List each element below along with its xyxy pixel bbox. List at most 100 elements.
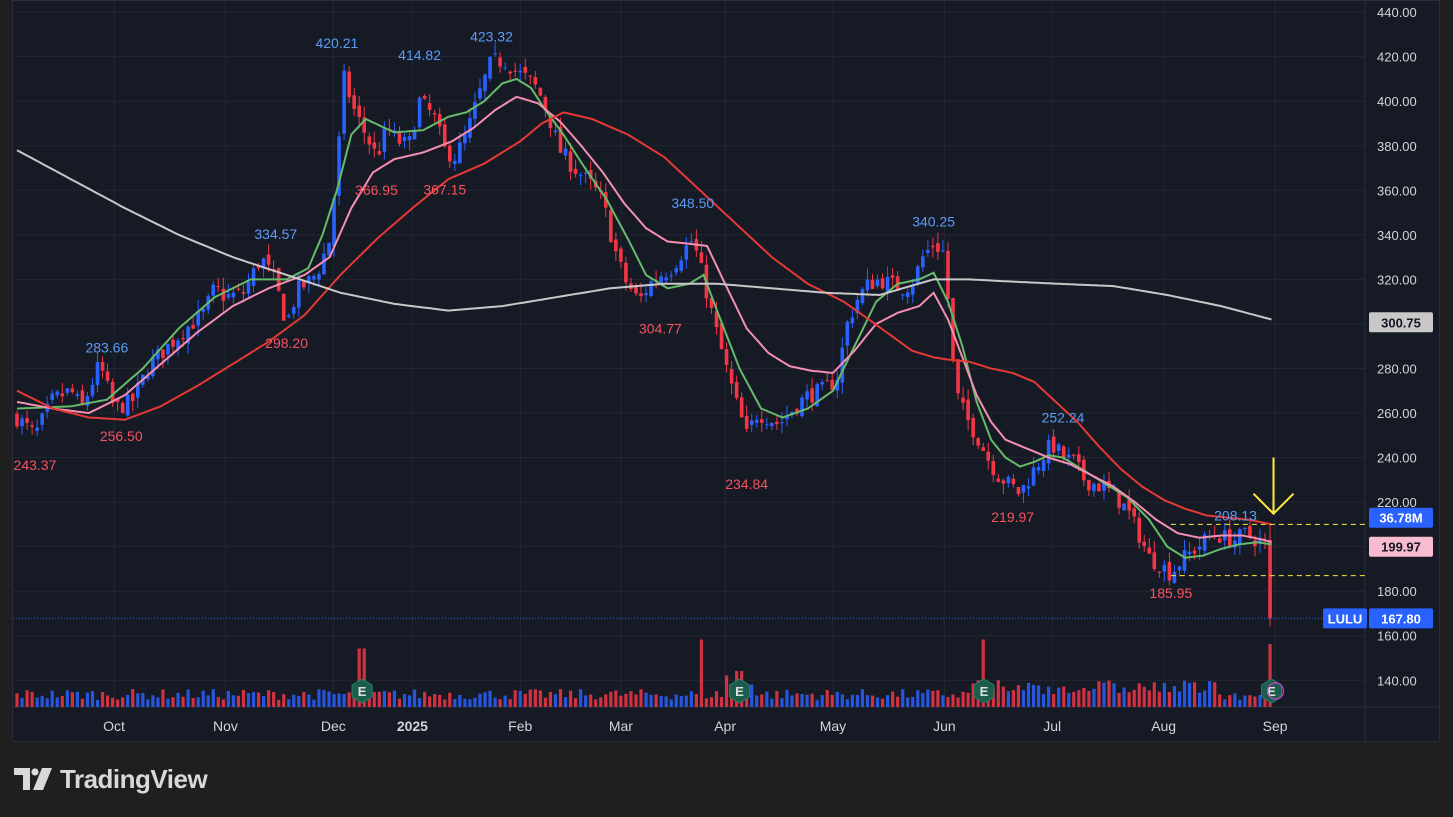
volume-bar — [1203, 690, 1207, 707]
volume-bar — [835, 692, 839, 707]
volume-bar — [397, 698, 402, 707]
candle — [407, 132, 412, 151]
volume-bar — [1052, 694, 1056, 707]
candle-body — [1056, 444, 1061, 451]
candle — [961, 386, 965, 411]
candle-body — [90, 384, 95, 396]
candle — [976, 437, 980, 449]
candle-body — [679, 260, 684, 271]
candle — [151, 349, 155, 379]
chart-panel[interactable]: E E E E 420.21 414.82 423.32 348.50 340.25 252.24… — [12, 0, 1440, 742]
candle-body — [377, 151, 382, 155]
y-tick-label: 240.00 — [1377, 451, 1417, 466]
volume-bar — [1067, 692, 1071, 707]
volume-bar — [30, 691, 34, 707]
volume-bar — [785, 690, 789, 707]
candle-body — [921, 256, 925, 268]
volume-bar — [1218, 694, 1222, 707]
candle-body — [553, 130, 558, 132]
volume-bar — [111, 697, 115, 707]
volume-bar — [855, 695, 859, 707]
candle-body — [1177, 566, 1182, 571]
volume-bar — [699, 639, 703, 707]
candle-body — [1137, 517, 1142, 543]
candle-body — [739, 397, 744, 418]
volume-bar — [423, 691, 427, 707]
candle — [649, 279, 653, 298]
volume-bar — [463, 698, 467, 707]
candle-body — [347, 71, 351, 98]
candle-body — [931, 245, 935, 248]
candle-body — [528, 75, 533, 77]
x-axis: Oct Nov Dec 2025 Feb Mar Apr May Jun Jul Aug Sep — [103, 718, 1288, 734]
volume-bar — [211, 689, 215, 707]
volume-bar — [433, 694, 437, 707]
volume-bar — [372, 692, 376, 707]
candle-body — [684, 245, 689, 260]
high-label: 414.82 — [398, 47, 441, 63]
volume-bar — [634, 694, 638, 707]
volume-bar — [1077, 690, 1081, 707]
volume-bar — [664, 696, 668, 707]
volume-bar — [1182, 680, 1187, 707]
candle-body — [171, 339, 175, 347]
candle — [765, 417, 769, 430]
candle-body — [734, 381, 739, 398]
candle — [1152, 541, 1157, 572]
volume-bar — [307, 694, 311, 707]
candle — [20, 414, 24, 435]
volume-bar — [201, 690, 205, 707]
volume-bar — [246, 692, 251, 707]
volume-bar — [322, 690, 326, 707]
volume-bar — [186, 689, 190, 707]
volume-bar — [840, 694, 844, 707]
earnings-marker-label: E — [735, 684, 744, 699]
candle — [619, 246, 623, 269]
candle-body — [130, 393, 135, 402]
candle-body — [538, 87, 543, 96]
candle — [1227, 519, 1232, 548]
volume-bar — [1152, 682, 1156, 707]
volume-bar — [468, 699, 472, 707]
price-tag: 36.78M — [1369, 507, 1433, 528]
candle-body — [759, 419, 764, 423]
candle — [427, 93, 432, 117]
volume-bar — [599, 697, 603, 707]
volume-bar — [1072, 691, 1076, 707]
candle-body — [422, 96, 427, 99]
candle — [744, 405, 749, 433]
candle — [1087, 479, 1091, 496]
candle — [281, 293, 286, 321]
candle — [759, 410, 764, 433]
candle-body — [800, 397, 804, 417]
candle — [629, 277, 633, 292]
volume-bar — [1162, 683, 1166, 707]
candle-body — [488, 56, 492, 79]
volume-bar — [216, 696, 220, 707]
earnings-marker-label: E — [358, 684, 367, 699]
volume-bar — [579, 689, 583, 707]
volume-bar — [870, 695, 875, 707]
candle-body — [996, 478, 1001, 482]
candle — [855, 294, 860, 320]
volume-bar — [1167, 691, 1172, 707]
candle-body — [1197, 546, 1202, 550]
candle-body — [986, 451, 991, 461]
volume-bar — [553, 694, 558, 707]
volume-bar — [417, 698, 422, 707]
candle — [417, 95, 422, 130]
candle — [100, 356, 105, 379]
candle-body — [1021, 485, 1026, 493]
volume-bar — [347, 692, 351, 707]
candle-body — [669, 275, 674, 277]
candle — [1041, 458, 1046, 477]
price-chart[interactable]: E E E E420.21414.82423.32348.50340.25252.24… — [13, 1, 1439, 741]
tradingview-logo[interactable]: TradingView — [14, 763, 208, 795]
candle — [1202, 531, 1207, 557]
volume-bar — [1243, 695, 1247, 707]
candle-body — [1243, 528, 1247, 530]
volume-bar — [342, 694, 346, 707]
candle-body — [70, 388, 75, 393]
volume-bar — [609, 691, 613, 707]
volume-bar — [961, 691, 965, 707]
